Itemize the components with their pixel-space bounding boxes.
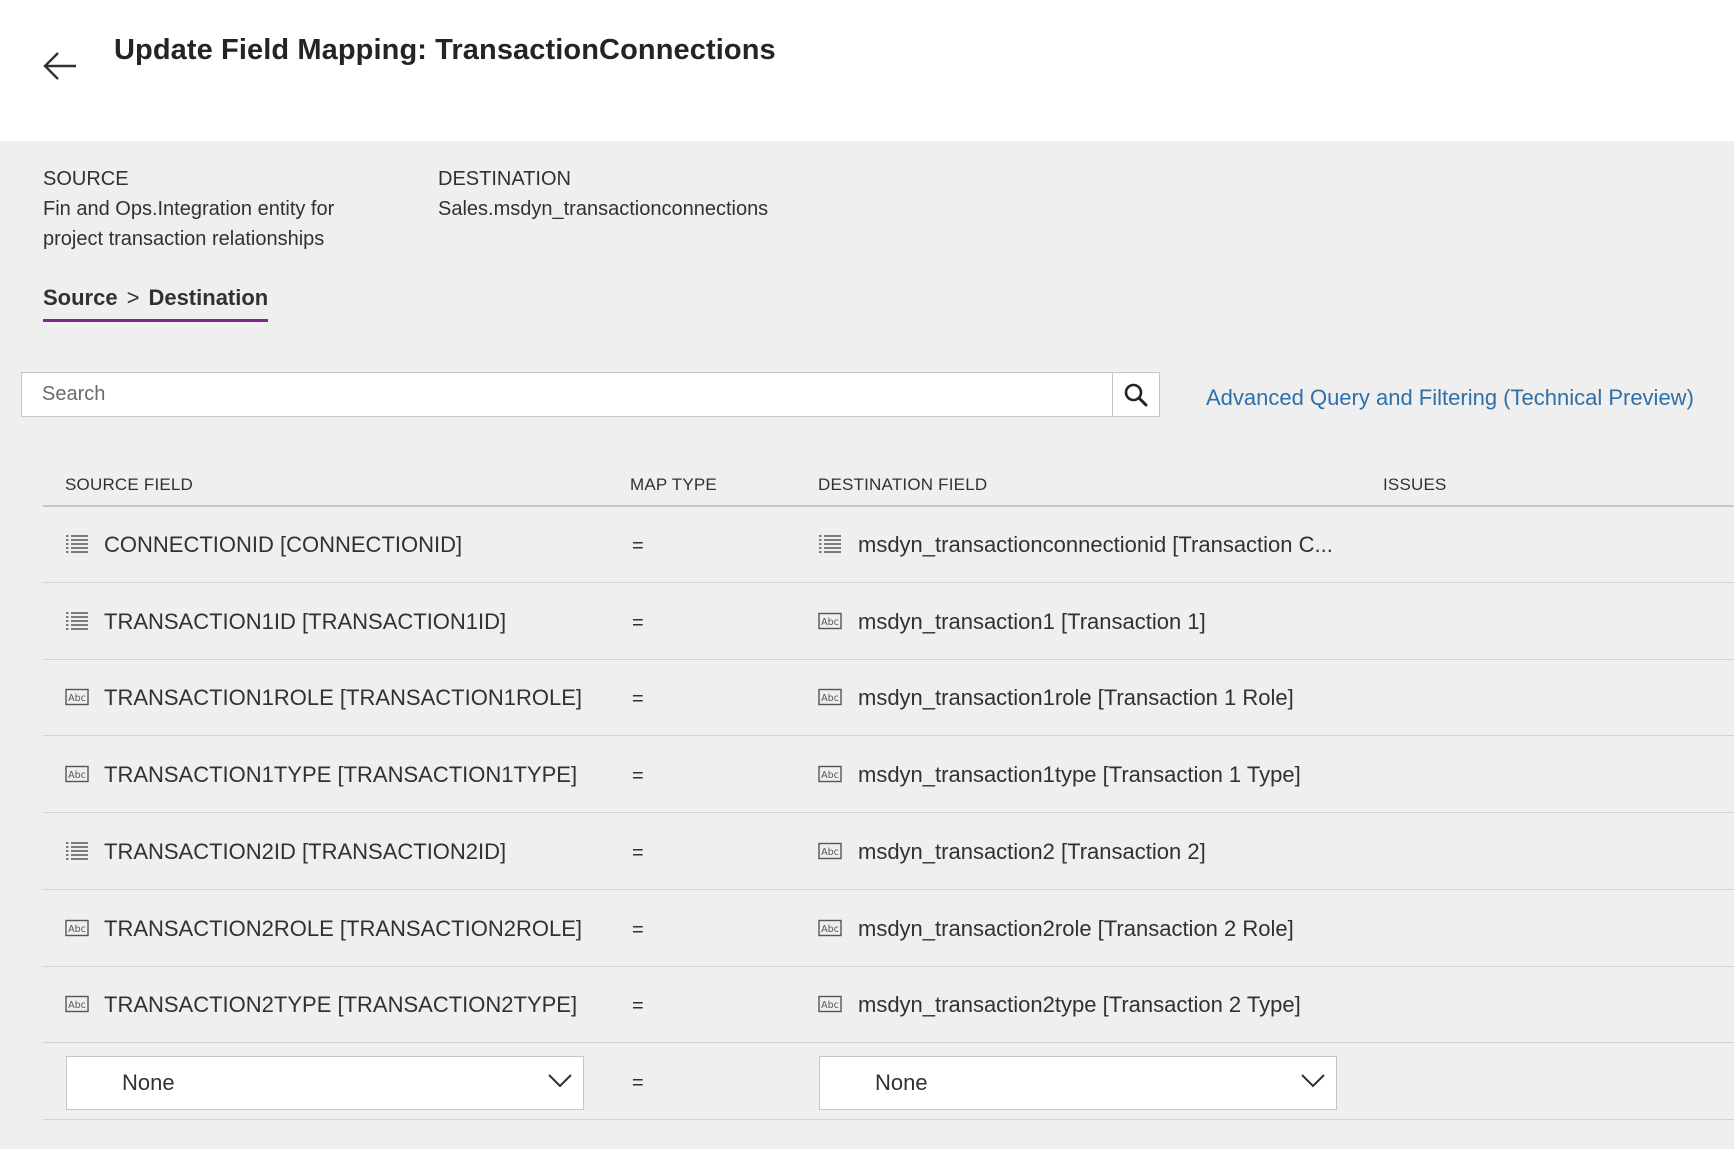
source-field-name: CONNECTIONID [CONNECTIONID] — [104, 532, 463, 557]
destination-field-name: msdyn_transaction1 [Transaction 1] — [858, 609, 1206, 634]
map-type-value: = — [632, 765, 644, 787]
table-row[interactable]: Abc TRANSACTION2ROLE [TRANSACTION2ROLE] = A… — [43, 891, 1734, 967]
text-field-icon: Abc — [65, 994, 89, 1014]
chevron-down-icon — [1301, 1074, 1325, 1088]
svg-text:Abc: Abc — [68, 1000, 86, 1011]
destination-field-name: msdyn_transaction2role [Transaction 2 Ro… — [858, 916, 1294, 941]
text-field-icon: Abc — [65, 687, 89, 707]
source-field-name: TRANSACTION1ID [TRANSACTION1ID] — [104, 609, 507, 634]
map-type-value: = — [632, 612, 644, 634]
chevron-down-icon — [548, 1074, 572, 1088]
svg-text:Abc: Abc — [68, 924, 86, 935]
destination-field-name: msdyn_transactionconnectionid [Transacti… — [858, 532, 1333, 557]
search-box — [21, 372, 1160, 417]
table-row[interactable]: Abc TRANSACTION1TYPE [TRANSACTION1TYPE] = A… — [43, 737, 1734, 813]
destination-label: DESTINATION — [438, 168, 571, 190]
svg-text:Abc: Abc — [68, 770, 86, 781]
table-row[interactable]: Abc TRANSACTION1ROLE [TRANSACTION1ROLE] = A… — [43, 660, 1734, 736]
column-header-map-type[interactable]: MAP TYPE — [630, 475, 717, 495]
source-field-name: TRANSACTION1TYPE [TRANSACTION1TYPE] — [104, 762, 578, 787]
back-button[interactable] — [40, 46, 84, 86]
column-header-issues[interactable]: ISSUES — [1383, 475, 1447, 495]
text-field-icon: Abc — [65, 918, 89, 938]
page-title: Update Field Mapping: TransactionConnect… — [114, 34, 776, 66]
map-type-value: = — [632, 535, 644, 557]
source-field-name: TRANSACTION1ROLE [TRANSACTION1ROLE] — [104, 685, 582, 710]
list-icon — [65, 611, 89, 631]
search-icon — [1124, 383, 1148, 406]
pivot-source: Source — [43, 285, 118, 310]
text-field-icon: Abc — [818, 764, 842, 784]
destination-value: Sales.msdyn_transactionconnections — [438, 198, 769, 220]
destination-field-dropdown-value: None — [875, 1070, 928, 1095]
pivot-separator: > — [126, 285, 140, 310]
advanced-query-link[interactable]: Advanced Query and Filtering (Technical … — [1206, 385, 1694, 411]
svg-text:Abc: Abc — [821, 770, 839, 781]
source-field-name: TRANSACTION2ID [TRANSACTION2ID] — [104, 839, 507, 864]
column-header-destination-field[interactable]: DESTINATION FIELD — [818, 475, 987, 495]
map-type-value: = — [632, 995, 644, 1017]
source-value-line2: project transaction relationships — [43, 228, 325, 250]
svg-text:Abc: Abc — [821, 693, 839, 704]
table-row[interactable]: Abc TRANSACTION2TYPE [TRANSACTION2TYPE] = A… — [43, 967, 1734, 1043]
search-button[interactable] — [1112, 373, 1159, 416]
text-field-icon: Abc — [818, 841, 842, 861]
map-type-value: = — [632, 919, 644, 941]
tab-source-destination[interactable]: Source > Destination — [43, 285, 269, 322]
list-icon — [65, 841, 89, 861]
column-header-source-field[interactable]: SOURCE FIELD — [65, 475, 193, 495]
source-label: SOURCE — [43, 168, 129, 190]
svg-text:Abc: Abc — [821, 617, 839, 628]
text-field-icon: Abc — [65, 764, 89, 784]
map-type-value: = — [632, 842, 644, 864]
map-type-value: = — [632, 688, 644, 710]
search-input[interactable] — [22, 373, 1113, 416]
source-value-line1: Fin and Ops.Integration entity for — [43, 198, 335, 220]
destination-field-name: msdyn_transaction1role [Transaction 1 Ro… — [858, 685, 1294, 710]
destination-field-name: msdyn_transaction2 [Transaction 2] — [858, 839, 1206, 864]
source-field-name: TRANSACTION2TYPE [TRANSACTION2TYPE] — [104, 992, 578, 1017]
destination-field-dropdown[interactable]: None — [819, 1056, 1337, 1110]
table-row[interactable]: CONNECTIONID [CONNECTIONID] = msdyn_transa… — [43, 507, 1734, 583]
new-mapping-row: None = None — [43, 1044, 1734, 1120]
text-field-icon: Abc — [818, 611, 842, 631]
table-row[interactable]: TRANSACTION2ID [TRANSACTION2ID] = Abc msdyn… — [43, 814, 1734, 890]
svg-text:Abc: Abc — [821, 1000, 839, 1011]
destination-field-name: msdyn_transaction1type [Transaction 1 Ty… — [858, 762, 1301, 787]
map-type-value: = — [632, 1072, 644, 1094]
source-field-name: TRANSACTION2ROLE [TRANSACTION2ROLE] — [104, 916, 582, 941]
svg-text:Abc: Abc — [821, 924, 839, 935]
top-bar: Update Field Mapping: TransactionConnect… — [0, 0, 1734, 141]
text-field-icon: Abc — [818, 918, 842, 938]
source-field-dropdown[interactable]: None — [66, 1056, 584, 1110]
text-field-icon: Abc — [818, 994, 842, 1014]
svg-text:Abc: Abc — [821, 847, 839, 858]
source-value: Fin and Ops.Integration entity for proje… — [43, 194, 334, 254]
list-icon — [65, 534, 89, 554]
svg-text:Abc: Abc — [68, 693, 86, 704]
pivot-destination: Destination — [148, 285, 269, 310]
text-field-icon: Abc — [818, 687, 842, 707]
source-field-dropdown-value: None — [122, 1070, 175, 1095]
table-row[interactable]: TRANSACTION1ID [TRANSACTION1ID] = Abc msdyn… — [43, 584, 1734, 660]
list-icon — [818, 534, 842, 554]
back-arrow-icon — [43, 52, 76, 80]
destination-field-name: msdyn_transaction2type [Transaction 2 Ty… — [858, 992, 1301, 1017]
